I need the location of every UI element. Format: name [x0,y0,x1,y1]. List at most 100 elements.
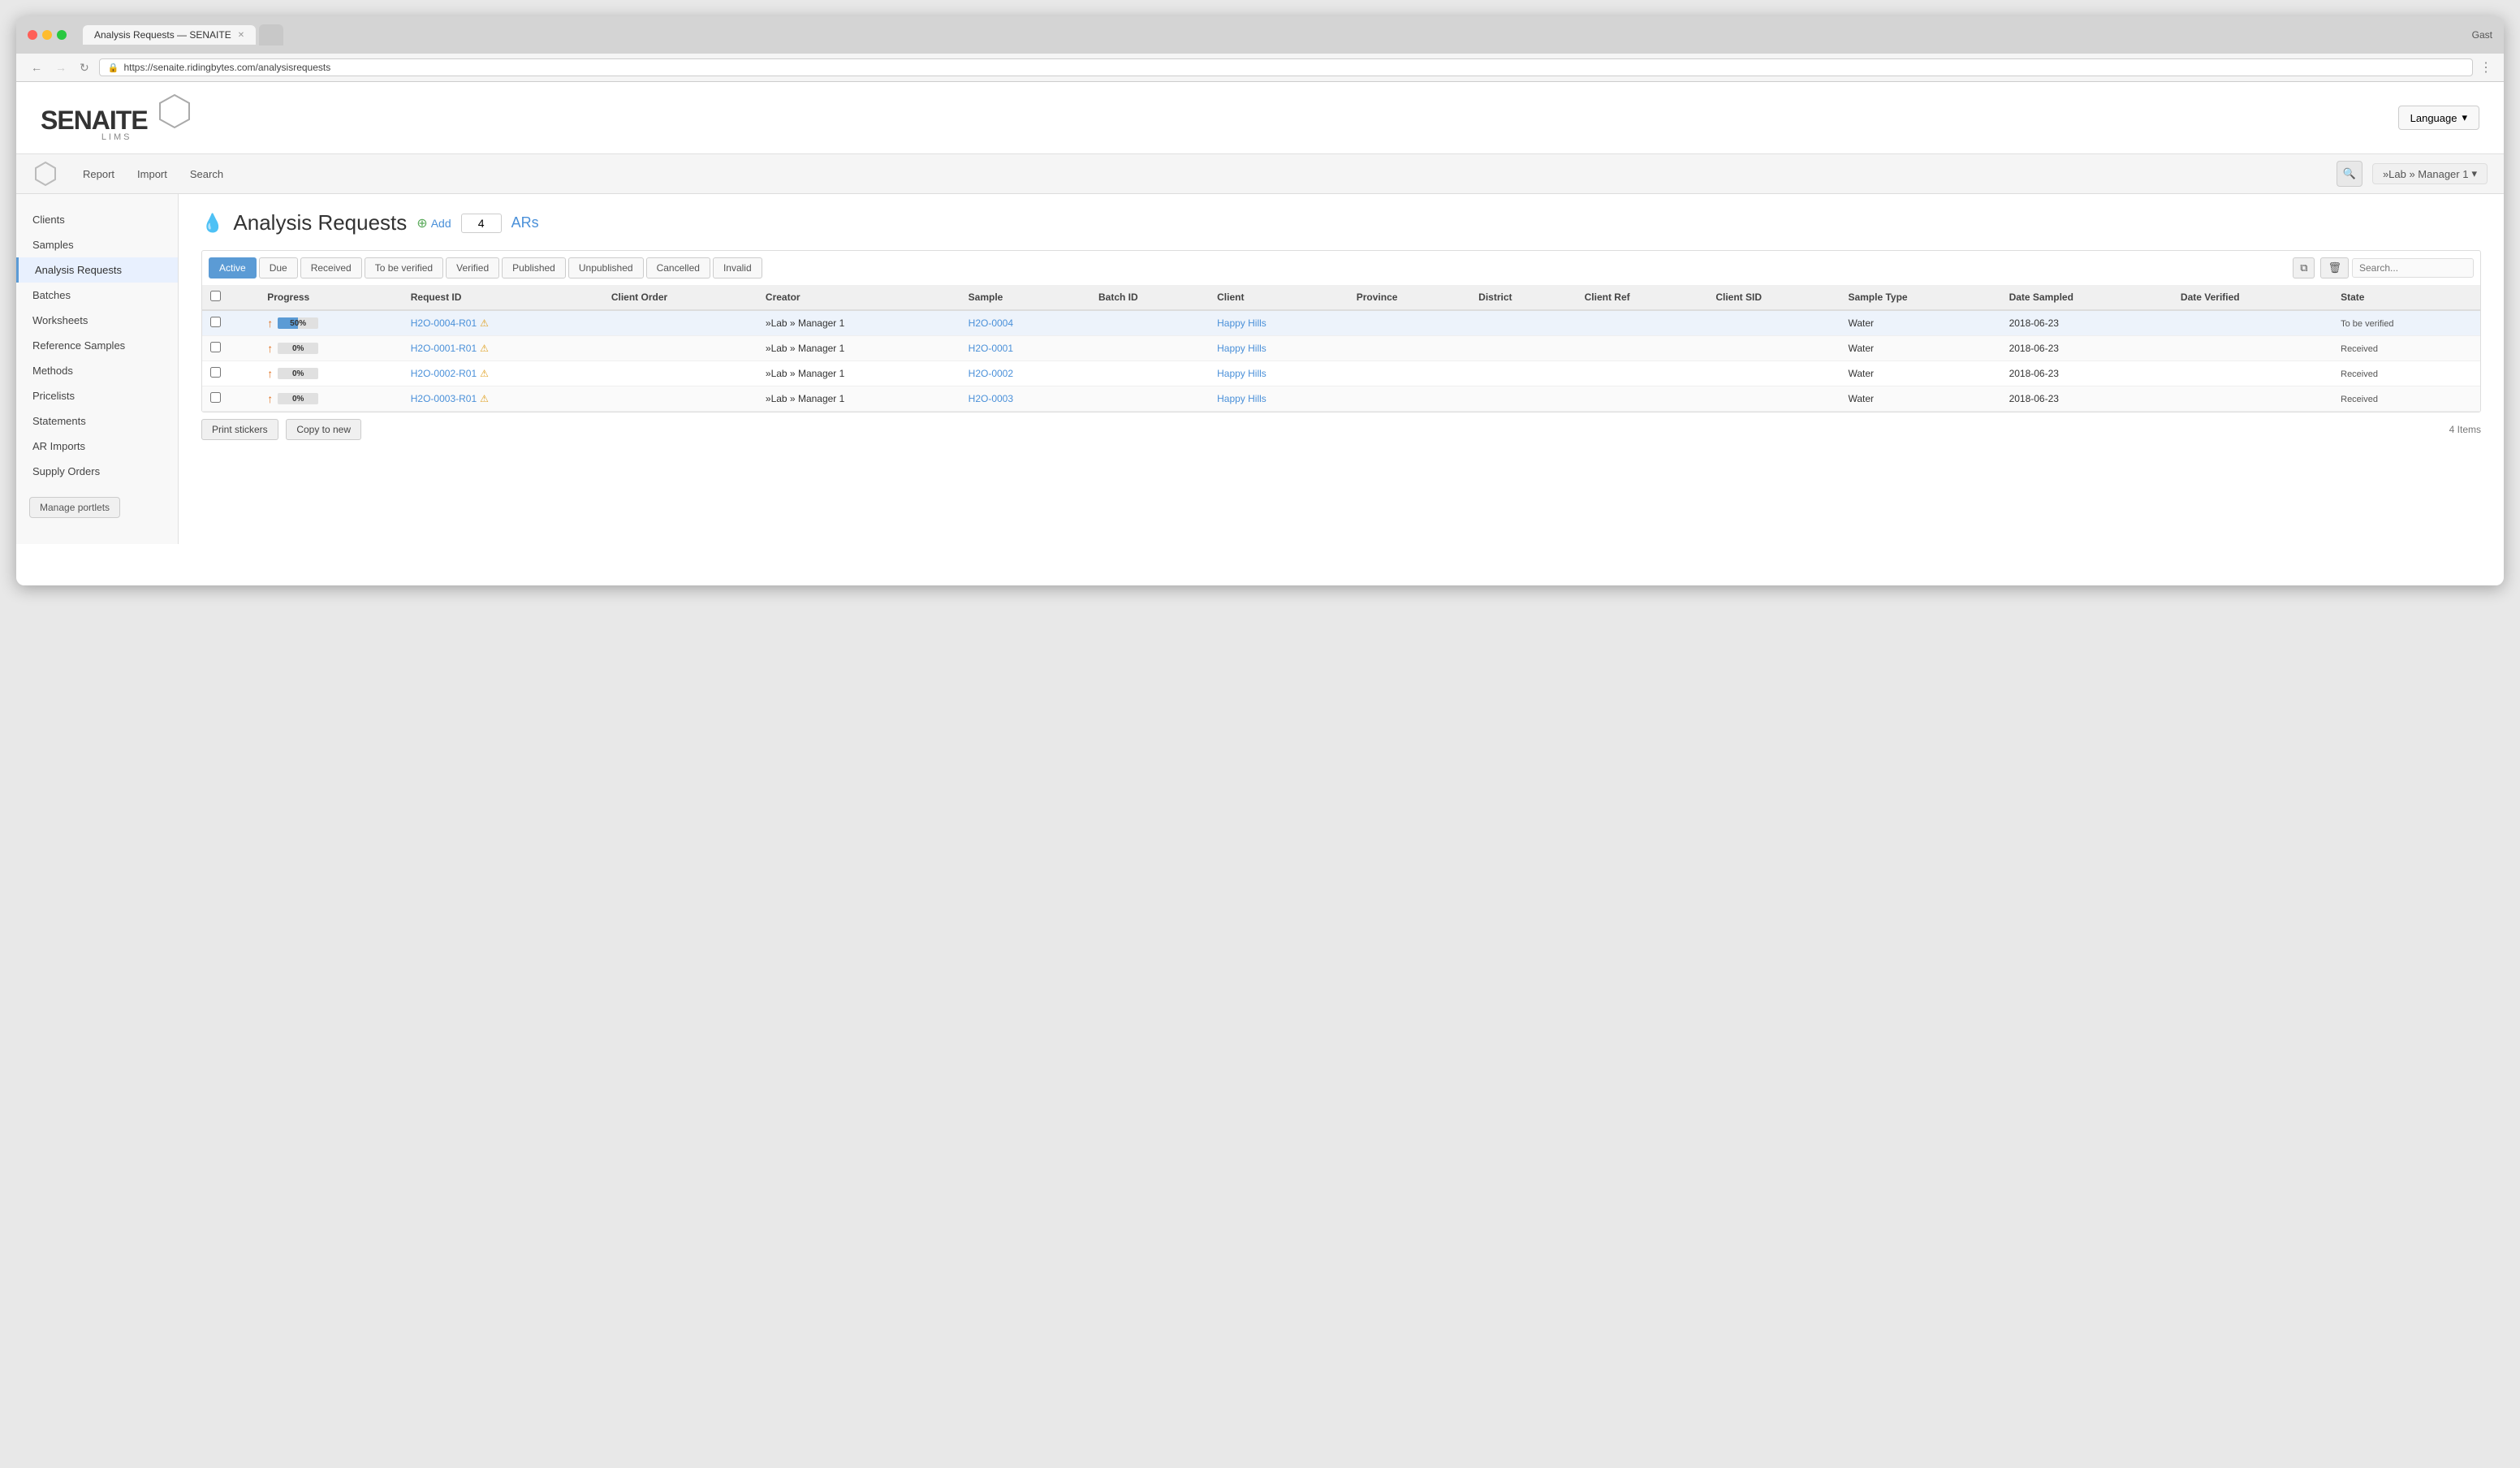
address-bar: ← → ↻ 🔒 https://senaite.ridingbytes.com/… [16,54,2504,82]
client-ref-cell [1577,386,1708,412]
language-button[interactable]: Language ▾ [2398,106,2479,130]
status-tab-invalid[interactable]: Invalid [713,257,762,278]
row-checkbox[interactable] [210,342,221,352]
row-checkbox[interactable] [210,367,221,378]
sample-link[interactable]: H2O-0002 [969,368,1013,379]
status-tab-due[interactable]: Due [259,257,298,278]
ars-link[interactable]: ARs [511,214,539,231]
user-context-menu[interactable]: »Lab » Manager 1 ▾ [2372,163,2488,184]
request-id-link[interactable]: H2O-0003-R01 [411,393,477,404]
priority-icon: ↑ [267,392,273,405]
client-link[interactable]: Happy Hills [1217,317,1266,329]
status-tab-published[interactable]: Published [502,257,566,278]
add-plus-icon: ⊕ [416,215,427,231]
status-tab-verified[interactable]: Verified [446,257,499,278]
sidebar-item-supply-orders[interactable]: Supply Orders [16,459,178,484]
status-tab-active[interactable]: Active [209,257,257,278]
row-checkbox[interactable] [210,392,221,403]
sidebar-item-statements[interactable]: Statements [16,408,178,434]
col-header-Client: Client [1209,285,1348,310]
date-verified-cell [2173,361,2332,386]
sidebar-item-analysis-requests[interactable]: Analysis Requests [16,257,178,283]
sample-link[interactable]: H2O-0003 [969,393,1013,404]
copy-icon-button[interactable]: ⧉ [2293,257,2315,278]
client-cell: Happy Hills [1209,336,1348,361]
table-row: ↑ 50% H2O-0004-R01⚠»Lab » Manager 1H2O-0… [202,310,2480,336]
client-link[interactable]: Happy Hills [1217,368,1266,379]
date-verified-cell [2173,336,2332,361]
client-order-cell [603,386,757,412]
district-cell [1470,336,1576,361]
sidebar-item-ar-imports[interactable]: AR Imports [16,434,178,459]
new-tab[interactable] [259,24,283,45]
province-cell [1348,310,1470,336]
print-stickers-button[interactable]: Print stickers [201,419,278,440]
user-context-chevron: ▾ [2471,167,2477,180]
status-tab-cancelled[interactable]: Cancelled [646,257,710,278]
chevron-down-icon: ▾ [2462,111,2467,124]
table-actions: Print stickers Copy to new [201,419,366,440]
tab-close-icon[interactable]: ✕ [238,31,244,40]
delete-icon-button[interactable]: 🗑 [2320,257,2349,278]
district-cell [1470,310,1576,336]
client-sid-cell [1707,310,1840,336]
copy-to-new-button[interactable]: Copy to new [286,419,361,440]
sample-link[interactable]: H2O-0001 [969,343,1013,354]
sample-type-cell: Water [1840,336,2000,361]
manage-portlets-button[interactable]: Manage portlets [29,497,120,518]
client-order-cell [603,336,757,361]
address-field[interactable]: 🔒 https://senaite.ridingbytes.com/analys… [99,58,2473,76]
table-header-row: ProgressRequest IDClient OrderCreatorSam… [202,285,2480,310]
client-ref-cell [1577,310,1708,336]
browser-window: Analysis Requests — SENAITE ✕ Gast ← → ↻… [16,16,2504,585]
client-link[interactable]: Happy Hills [1217,393,1266,404]
more-button[interactable]: ⋮ [2479,59,2492,76]
status-tab-received[interactable]: Received [300,257,362,278]
add-link[interactable]: ⊕ Add [416,215,451,231]
sidebar-item-samples[interactable]: Samples [16,232,178,257]
import-link[interactable]: Import [126,163,179,185]
forward-button[interactable]: → [52,59,70,76]
row-checkbox[interactable] [210,317,221,327]
count-input[interactable] [461,214,502,233]
batch-id-cell [1090,361,1209,386]
client-sid-cell [1707,361,1840,386]
sidebar-item-pricelists[interactable]: Pricelists [16,383,178,408]
row-checkbox-cell [202,336,259,361]
sample-type-cell: Water [1840,361,2000,386]
request-id-link[interactable]: H2O-0004-R01 [411,317,477,329]
sidebar-item-methods[interactable]: Methods [16,358,178,383]
client-link[interactable]: Happy Hills [1217,343,1266,354]
back-button[interactable]: ← [28,59,45,76]
client-sid-cell [1707,336,1840,361]
col-header-Province: Province [1348,285,1470,310]
close-button[interactable] [28,30,37,40]
search-button[interactable]: 🔍 [2337,161,2362,187]
request-id-link[interactable]: H2O-0001-R01 [411,343,477,354]
table-footer: Print stickers Copy to new 4 Items [201,419,2481,440]
status-tab-to-be-verified[interactable]: To be verified [365,257,443,278]
minimize-button[interactable] [42,30,52,40]
batch-id-cell [1090,336,1209,361]
sidebar-item-clients[interactable]: Clients [16,207,178,232]
status-tab-unpublished[interactable]: Unpublished [568,257,644,278]
sidebar-item-batches[interactable]: Batches [16,283,178,308]
status-tabs-bar: ActiveDueReceivedTo be verifiedVerifiedP… [202,251,2480,278]
client-ref-cell [1577,361,1708,386]
request-id-link[interactable]: H2O-0002-R01 [411,368,477,379]
progress-cell: ↑ 50% [259,310,403,336]
progress-label: 0% [278,344,318,353]
progress-bar: 0% [278,368,318,379]
sidebar-item-worksheets[interactable]: Worksheets [16,308,178,333]
maximize-button[interactable] [57,30,67,40]
report-link[interactable]: Report [71,163,126,185]
reload-button[interactable]: ↻ [76,59,93,76]
sidebar-item-reference-samples[interactable]: Reference Samples [16,333,178,358]
items-count: 4 Items [2449,424,2481,435]
sample-link[interactable]: H2O-0004 [969,317,1013,329]
search-link[interactable]: Search [179,163,235,185]
logo-area: SENAITE LIMS [41,93,192,142]
select-all-checkbox[interactable] [210,291,221,301]
active-tab[interactable]: Analysis Requests — SENAITE ✕ [83,25,256,45]
table-search-input[interactable] [2352,258,2474,278]
